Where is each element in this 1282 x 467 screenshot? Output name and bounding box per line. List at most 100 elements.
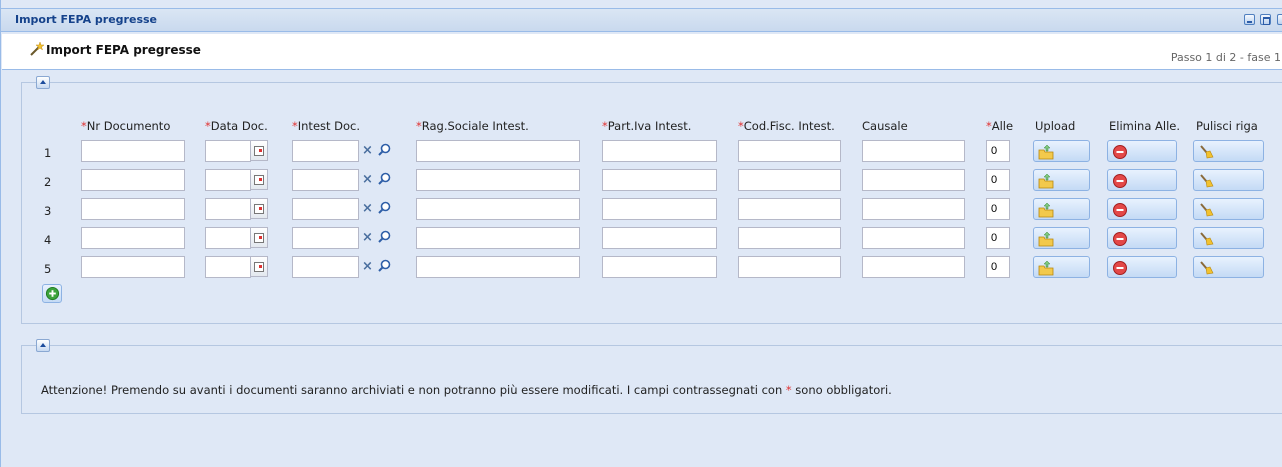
part-iva-input[interactable] xyxy=(602,256,717,278)
causale-input[interactable] xyxy=(862,227,965,249)
causale-input[interactable] xyxy=(862,140,965,162)
x-icon[interactable]: × xyxy=(362,260,373,273)
cod-fisc-input[interactable] xyxy=(738,140,841,162)
part-iva-input[interactable] xyxy=(602,169,717,191)
magnifier-icon[interactable] xyxy=(376,256,393,277)
collapse-up-icon[interactable] xyxy=(36,76,50,89)
minimize-icon[interactable] xyxy=(1244,14,1255,25)
date-picker-button[interactable] xyxy=(251,169,268,190)
intest-doc-input[interactable] xyxy=(292,198,359,220)
column-header-label: Intest Doc. xyxy=(297,119,361,133)
x-icon[interactable]: × xyxy=(362,231,373,244)
date-picker-button[interactable] xyxy=(251,198,268,219)
broom-icon xyxy=(1200,145,1214,159)
clear-row-button[interactable] xyxy=(1193,198,1264,220)
part-iva-input[interactable] xyxy=(602,140,717,162)
delete-attachment-button[interactable] xyxy=(1107,198,1177,220)
clear-row-button[interactable] xyxy=(1193,256,1264,278)
nr-documento-input[interactable] xyxy=(81,256,185,278)
upload-button[interactable] xyxy=(1033,140,1090,162)
magnifier-icon[interactable] xyxy=(376,227,393,248)
notice-text: Attenzione! Premendo su avanti i documen… xyxy=(41,383,892,397)
cod-fisc-input[interactable] xyxy=(738,169,841,191)
column-header: *Rag.Sociale Intest. xyxy=(416,119,529,133)
magnifier-icon[interactable] xyxy=(376,169,393,190)
upload-button[interactable] xyxy=(1033,227,1090,249)
clear-row-button[interactable] xyxy=(1193,169,1264,191)
nr-documento-input[interactable] xyxy=(81,227,185,249)
column-header: *Cod.Fisc. Intest. xyxy=(738,119,835,133)
magnifier-icon[interactable] xyxy=(376,140,393,161)
column-header: *Nr Documento xyxy=(81,119,170,133)
intest-doc-input[interactable] xyxy=(292,256,359,278)
intest-doc-input[interactable] xyxy=(292,169,359,191)
rag-sociale-input[interactable] xyxy=(416,198,580,220)
alle-count-input[interactable] xyxy=(986,140,1010,162)
magnifier-icon[interactable] xyxy=(376,198,393,219)
upload-folder-icon xyxy=(1038,231,1054,247)
part-iva-input[interactable] xyxy=(602,198,717,220)
broom-icon xyxy=(1200,232,1214,246)
column-header-label: Data Doc. xyxy=(210,119,268,133)
upload-folder-icon xyxy=(1038,173,1054,189)
add-row-button[interactable] xyxy=(42,284,62,303)
delete-attachment-button[interactable] xyxy=(1107,169,1177,191)
causale-input[interactable] xyxy=(862,198,965,220)
collapse-up-icon[interactable] xyxy=(36,339,50,352)
column-header: Pulisci riga xyxy=(1196,119,1258,133)
nr-documento-input[interactable] xyxy=(81,198,185,220)
calendar-icon xyxy=(254,204,264,214)
calendar-icon xyxy=(254,233,264,243)
date-picker-button[interactable] xyxy=(251,256,268,277)
intest-doc-input[interactable] xyxy=(292,227,359,249)
alle-count-input[interactable] xyxy=(986,256,1010,278)
rag-sociale-input[interactable] xyxy=(416,140,580,162)
cod-fisc-input[interactable] xyxy=(738,198,841,220)
nr-documento-input[interactable] xyxy=(81,140,185,162)
notice-before: Attenzione! Premendo su avanti i documen… xyxy=(41,383,786,397)
data-doc-input[interactable] xyxy=(205,256,251,278)
part-iva-input[interactable] xyxy=(602,227,717,249)
data-doc-input[interactable] xyxy=(205,227,251,249)
notice-after: sono obbligatori. xyxy=(791,383,892,397)
column-header: *Alle xyxy=(986,119,1013,133)
nr-documento-input[interactable] xyxy=(81,169,185,191)
x-icon[interactable]: × xyxy=(362,202,373,215)
causale-input[interactable] xyxy=(862,169,965,191)
upload-button[interactable] xyxy=(1033,256,1090,278)
causale-input[interactable] xyxy=(862,256,965,278)
upload-button[interactable] xyxy=(1033,198,1090,220)
data-doc-input[interactable] xyxy=(205,140,251,162)
date-picker-button[interactable] xyxy=(251,140,268,161)
rag-sociale-input[interactable] xyxy=(416,256,580,278)
rag-sociale-input[interactable] xyxy=(416,169,580,191)
column-header-label: Nr Documento xyxy=(86,119,171,133)
alle-count-input[interactable] xyxy=(986,198,1010,220)
delete-red-icon xyxy=(1113,174,1127,188)
clear-row-button[interactable] xyxy=(1193,227,1264,249)
page-title: Import FEPA pregresse xyxy=(46,43,201,57)
close-icon[interactable] xyxy=(1277,14,1282,25)
alle-count-input[interactable] xyxy=(986,169,1010,191)
broom-icon xyxy=(1200,261,1214,275)
x-icon[interactable]: × xyxy=(362,173,373,186)
x-icon[interactable]: × xyxy=(362,144,373,157)
column-header: Causale xyxy=(862,119,908,133)
data-doc-input[interactable] xyxy=(205,169,251,191)
delete-attachment-button[interactable] xyxy=(1107,140,1177,162)
clear-row-button[interactable] xyxy=(1193,140,1264,162)
intest-doc-input[interactable] xyxy=(292,140,359,162)
data-doc-input[interactable] xyxy=(205,198,251,220)
cod-fisc-input[interactable] xyxy=(738,256,841,278)
calendar-icon xyxy=(254,262,264,272)
date-picker-button[interactable] xyxy=(251,227,268,248)
cod-fisc-input[interactable] xyxy=(738,227,841,249)
rag-sociale-input[interactable] xyxy=(416,227,580,249)
delete-attachment-button[interactable] xyxy=(1107,227,1177,249)
upload-button[interactable] xyxy=(1033,169,1090,191)
row-number: 1 xyxy=(44,146,52,160)
maximize-icon[interactable] xyxy=(1260,14,1271,25)
alle-count-input[interactable] xyxy=(986,227,1010,249)
column-header: *Intest Doc. xyxy=(292,119,360,133)
delete-attachment-button[interactable] xyxy=(1107,256,1177,278)
